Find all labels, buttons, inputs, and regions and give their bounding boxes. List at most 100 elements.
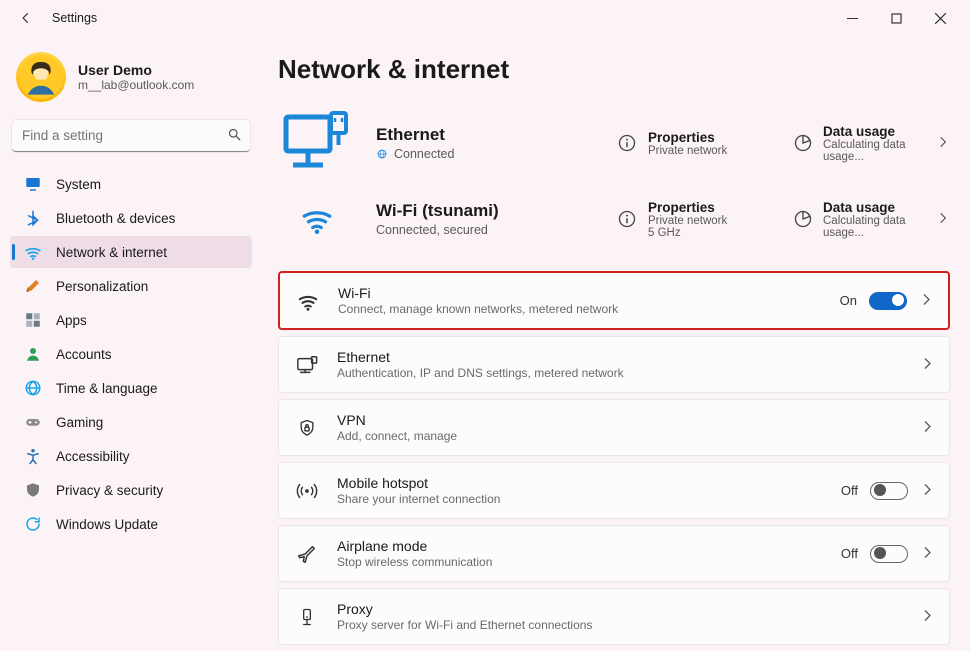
chevron-right-icon [936,135,950,152]
update-icon [24,515,42,533]
properties-link[interactable]: Properties Private network [616,130,773,157]
sidebar-item-person[interactable]: Accounts [10,338,252,370]
chevron-right-icon [936,211,950,228]
setting-subtitle: Share your internet connection [337,492,825,506]
back-button[interactable] [8,0,44,36]
setting-title: Ethernet [337,349,904,365]
setting-title: Proxy [337,601,904,617]
sidebar-item-update[interactable]: Windows Update [10,508,252,540]
shield-icon [24,481,42,499]
setting-subtitle: Proxy server for Wi-Fi and Ethernet conn… [337,618,904,632]
main-panel: Network & internet Ethernet Connected Pr… [262,36,970,651]
chart-icon [793,132,813,154]
ethernet-status: Ethernet Connected Properties Private ne… [278,103,950,183]
setting-title: Airplane mode [337,538,825,554]
chevron-right-icon [920,608,935,626]
hotspot-icon [293,480,321,502]
brush-icon [24,277,42,295]
toggle-label: Off [841,546,858,561]
close-button[interactable] [918,3,962,33]
sidebar-item-label: Privacy & security [56,483,163,498]
setting-subtitle: Authentication, IP and DNS settings, met… [337,366,904,380]
wifi-icon [294,290,322,312]
data-usage-link[interactable]: Data usage Calculating data usage... [793,124,950,163]
system-icon [24,175,42,193]
wifi-large-icon [278,202,356,236]
setting-subtitle: Connect, manage known networks, metered … [338,302,824,316]
sidebar-item-label: Gaming [56,415,103,430]
toggle-wifi[interactable] [869,292,907,310]
person-icon [24,345,42,363]
toggle-hotspot[interactable] [870,482,908,500]
setting-vpn[interactable]: VPN Add, connect, manage [278,399,950,456]
sidebar-item-brush[interactable]: Personalization [10,270,252,302]
toggle-airplane[interactable] [870,545,908,563]
sidebar-item-label: Accounts [56,347,112,362]
sidebar-item-bluetooth[interactable]: Bluetooth & devices [10,202,252,234]
proxy-icon [293,606,321,628]
sidebar-item-shield[interactable]: Privacy & security [10,474,252,506]
titlebar: Settings [0,0,970,36]
setting-subtitle: Add, connect, manage [337,429,904,443]
gaming-icon [24,413,42,431]
toggle-label: Off [841,483,858,498]
chevron-right-icon [920,419,935,437]
user-email: m__lab@outlook.com [78,78,194,92]
sidebar-item-apps[interactable]: Apps [10,304,252,336]
chevron-right-icon [920,545,935,563]
toggle-label: On [840,293,857,308]
sidebar-item-globe[interactable]: Time & language [10,372,252,404]
avatar [16,52,66,102]
bluetooth-icon [24,209,42,227]
sidebar-item-label: System [56,177,101,192]
chevron-right-icon [920,356,935,374]
sidebar-item-label: Network & internet [56,245,167,260]
search-input[interactable] [12,120,250,152]
setting-hotspot[interactable]: Mobile hotspot Share your internet conne… [278,462,950,519]
setting-wifi[interactable]: Wi-Fi Connect, manage known networks, me… [278,271,950,330]
wifi-icon [24,243,42,261]
accessibility-icon [24,447,42,465]
app-title: Settings [52,11,97,25]
sidebar-item-gaming[interactable]: Gaming [10,406,252,438]
sidebar-item-label: Apps [56,313,87,328]
sidebar-item-system[interactable]: System [10,168,252,200]
setting-title: Mobile hotspot [337,475,825,491]
globe-icon [376,148,388,160]
sidebar-item-wifi[interactable]: Network & internet [10,236,252,268]
ethernet-large-icon [278,109,356,177]
user-name: User Demo [78,62,194,78]
ethernet-small-icon [293,355,321,375]
globe-icon [24,379,42,397]
settings-list: Wi-Fi Connect, manage known networks, me… [278,271,950,645]
airplane-icon [293,543,321,565]
chevron-right-icon [919,292,934,310]
info-icon [616,208,638,230]
setting-airplane[interactable]: Airplane mode Stop wireless communicatio… [278,525,950,582]
sidebar-item-label: Bluetooth & devices [56,211,175,226]
sidebar-item-label: Time & language [56,381,158,396]
setting-proxy[interactable]: Proxy Proxy server for Wi-Fi and Etherne… [278,588,950,645]
minimize-button[interactable] [830,3,874,33]
info-icon [616,132,638,154]
setting-title: VPN [337,412,904,428]
setting-ethernet[interactable]: Ethernet Authentication, IP and DNS sett… [278,336,950,393]
sidebar-item-label: Accessibility [56,449,130,464]
sidebar-item-label: Windows Update [56,517,158,532]
user-block[interactable]: User Demo m__lab@outlook.com [10,44,252,116]
search-icon [227,127,242,145]
sidebar-item-label: Personalization [56,279,148,294]
properties-link[interactable]: Properties Private network5 GHz [616,200,773,239]
chart-icon [793,208,813,230]
wifi-status: Wi-Fi (tsunami) Connected, secured Prope… [278,183,950,255]
maximize-button[interactable] [874,3,918,33]
status-title: Ethernet [376,125,596,145]
sidebar-item-accessibility[interactable]: Accessibility [10,440,252,472]
status-subtitle: Connected [376,147,596,161]
setting-subtitle: Stop wireless communication [337,555,825,569]
nav-list: System Bluetooth & devices Network & int… [10,168,252,540]
status-title: Wi-Fi (tsunami) [376,201,596,221]
shield-lock-icon [293,417,321,439]
page-title: Network & internet [278,54,950,85]
data-usage-link[interactable]: Data usage Calculating data usage... [793,200,950,239]
